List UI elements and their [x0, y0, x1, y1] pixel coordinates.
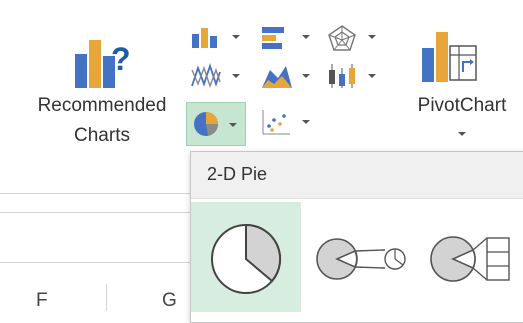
recommended-charts-label-line1: Recommended	[37, 95, 167, 116]
column-header-f[interactable]: F	[36, 290, 48, 312]
radar-chart-icon	[328, 25, 356, 51]
stock-chart-icon	[329, 64, 355, 88]
bar-chart-button[interactable]	[260, 24, 316, 54]
pivot-chart-button[interactable]: PivotChart	[408, 22, 516, 150]
bar-of-pie-icon	[430, 236, 510, 282]
area-chart-icon	[262, 66, 292, 88]
chevron-down-icon	[232, 35, 240, 39]
area-chart-button[interactable]	[260, 62, 316, 94]
stock-chart-button[interactable]	[326, 62, 382, 94]
svg-text:?: ?	[111, 41, 131, 77]
pie-of-pie-option[interactable]	[303, 202, 413, 312]
sheet-gridline	[0, 262, 190, 263]
column-chart-icon	[192, 28, 217, 48]
pivot-chart-label: PivotChart	[417, 95, 507, 116]
chevron-down-icon	[368, 74, 376, 78]
column-chart-button[interactable]	[190, 24, 246, 54]
recommended-charts-label-line2: Charts	[74, 125, 130, 146]
chevron-down-icon	[302, 120, 310, 124]
line-chart-button[interactable]	[190, 62, 246, 94]
section-title: 2-D Pie	[207, 164, 268, 184]
chevron-down-icon	[302, 35, 310, 39]
scatter-chart-button[interactable]	[260, 108, 316, 140]
chevron-down-icon	[302, 74, 310, 78]
sheet-gridline	[0, 193, 190, 194]
recommended-charts-button[interactable]: ? Recommended Charts	[18, 22, 186, 152]
sheet-gridline	[0, 212, 190, 213]
bar-chart-icon	[262, 27, 284, 49]
scatter-chart-icon	[262, 110, 290, 135]
sheet-column-divider	[106, 284, 107, 311]
pivot-chart-icon	[422, 32, 477, 82]
pie-chart-dropdown: 2-D Pie	[190, 151, 523, 323]
chevron-down-icon	[232, 74, 240, 78]
chevron-down-icon	[368, 35, 376, 39]
pie-chart-icon	[194, 112, 218, 136]
chevron-down-icon	[458, 132, 466, 136]
recommended-charts-icon: ?	[75, 40, 131, 88]
line-chart-icon	[191, 63, 221, 89]
bar-of-pie-option[interactable]	[419, 202, 523, 312]
radar-chart-button[interactable]	[326, 24, 382, 54]
pie-of-pie-icon	[316, 238, 406, 280]
pie-chart-button[interactable]	[186, 102, 246, 146]
dropdown-section-header: 2-D Pie	[191, 152, 523, 199]
pie-icon	[211, 223, 282, 294]
column-header-g[interactable]: G	[162, 290, 177, 312]
pie-option[interactable]	[191, 202, 301, 312]
chevron-down-icon	[229, 123, 237, 127]
